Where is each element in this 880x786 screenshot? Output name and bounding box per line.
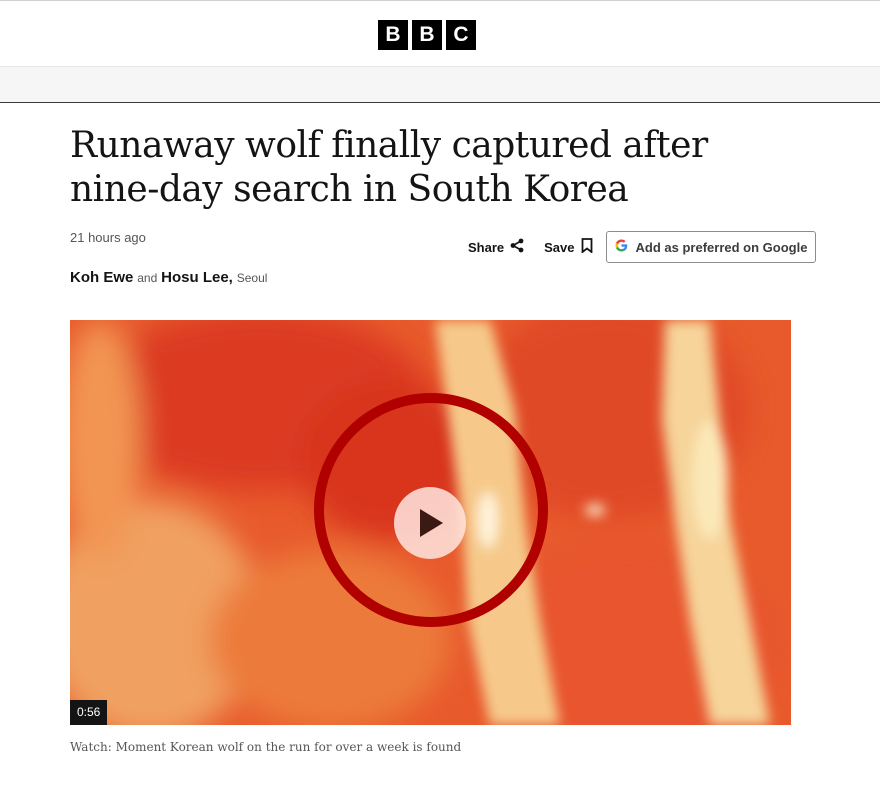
- video-caption: Watch: Moment Korean wolf on the run for…: [70, 740, 462, 754]
- share-label: Share: [468, 239, 505, 255]
- bbc-logo-letter-b2: B: [412, 20, 442, 50]
- bbc-logo-letter-c: C: [446, 20, 476, 50]
- play-icon: [420, 509, 443, 537]
- author-name-1[interactable]: Koh Ewe: [70, 269, 133, 286]
- navigation-bar: [0, 66, 880, 103]
- article-headline: Runaway wolf finally captured after nine…: [70, 125, 708, 210]
- article-byline: Koh Ewe and Hosu Lee, Seoul: [70, 269, 267, 286]
- google-button-label: Add as preferred on Google: [635, 239, 808, 255]
- video-player[interactable]: 0:56: [70, 320, 791, 725]
- article-actions: Share Save Add as preferred on Google: [468, 231, 817, 263]
- byline-location: Seoul: [236, 271, 268, 285]
- video-duration-badge: 0:56: [70, 700, 108, 725]
- byline-conjunction: and: [137, 271, 158, 285]
- author-name-2[interactable]: Hosu Lee,: [161, 269, 233, 286]
- google-icon: [615, 239, 628, 255]
- masthead: B B C: [0, 0, 880, 67]
- share-icon: [510, 238, 524, 256]
- bbc-logo[interactable]: B B C: [378, 20, 476, 50]
- add-preferred-google-button[interactable]: Add as preferred on Google: [605, 231, 817, 263]
- share-button[interactable]: Share: [468, 238, 524, 256]
- article-timestamp: 21 hours ago: [70, 230, 146, 245]
- bookmark-icon: [581, 238, 593, 256]
- play-button[interactable]: [394, 487, 466, 559]
- save-label: Save: [544, 239, 575, 255]
- bbc-logo-letter-b1: B: [378, 20, 408, 50]
- save-button[interactable]: Save: [544, 238, 592, 256]
